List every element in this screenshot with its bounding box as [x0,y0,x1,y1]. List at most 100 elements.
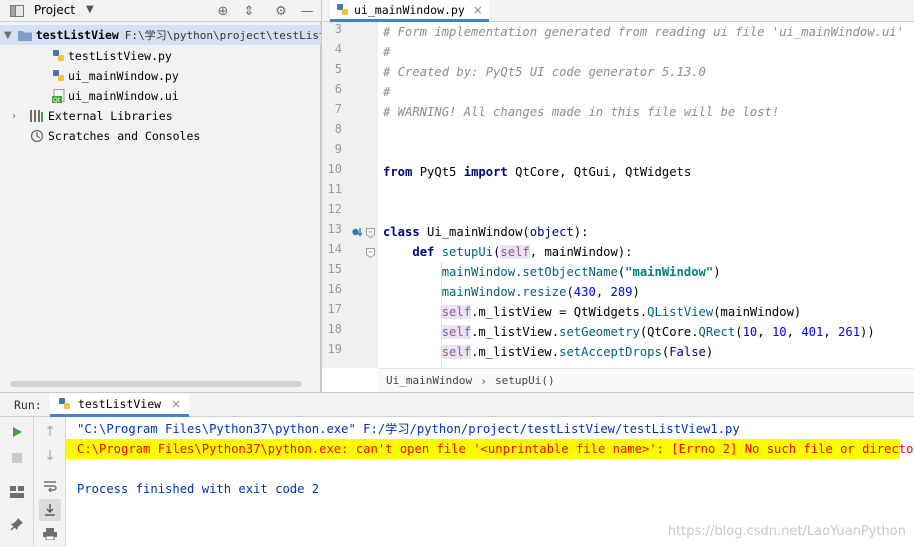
tree-item-ui-mainwindow-py[interactable]: ui_mainWindow.py [52,66,179,86]
function-name: setupUi [434,245,494,259]
code-token: ( [735,325,743,339]
line-number: 11 [327,182,342,196]
tree-item-ui-mainwindow-ui[interactable]: Qt ui_mainWindow.ui [52,86,179,106]
project-view-title[interactable]: Project [34,3,75,17]
code-token: Ui_mainWindow( [419,225,530,239]
number-literal: 430 [573,285,596,299]
chevron-right-icon: › [480,373,488,388]
gear-icon[interactable]: ⚙ [272,2,290,20]
chevron-down-icon[interactable]: ▼ [86,4,94,15]
project-panel: Project ▼ ⊕ ⇕ ⚙ — ▼ testListView F:\学习\p… [0,0,332,392]
code-line: self.m_listView.setGeometry(QtCore.QRect… [383,322,875,342]
code-token: ) [632,285,640,299]
self-token: self [441,305,472,319]
code-token: (QtCore. [639,325,699,339]
run-panel-header: Run: testListView × [0,393,914,417]
qt-ui-file-icon: Qt [52,89,66,104]
layout-icon[interactable] [6,481,28,503]
code-token: , [823,325,839,339]
method-name: setGeometry [559,325,640,339]
code-line: # Form implementation generated from rea… [383,25,904,39]
project-view-icon [10,5,24,17]
code-line: # [383,45,391,59]
chevron-right-icon[interactable]: › [8,111,20,122]
fold-icon[interactable] [366,247,375,259]
run-tab-testlistview[interactable]: testListView × [50,393,190,417]
folder-icon [17,29,32,41]
keyword: False [669,345,706,359]
code-token: mainWindow. [441,285,523,299]
tree-item-label: Scratches and Consoles [48,129,201,143]
line-number: 13 [327,222,342,236]
scroll-to-end-icon[interactable] [39,499,61,521]
project-panel-header: Project ▼ ⊕ ⇕ ⚙ — [0,0,321,22]
fold-markers [364,22,378,368]
locate-icon[interactable]: ⊕ [214,2,232,20]
close-icon[interactable]: × [171,397,181,411]
line-number: 10 [327,162,342,176]
breadcrumb-item-method[interactable]: setupUi() [495,374,555,387]
code-line: self.m_listView = QtWidgets.QListView(ma… [383,302,801,322]
method-name: resize [522,285,567,299]
keyword: from [383,165,413,179]
code-line: self.m_listView.setAcceptDrops(False) [383,342,713,362]
console-line-error: C:\Program Files\Python37\python.exe: ca… [66,439,914,459]
code-token: )) [860,325,875,339]
override-marker-icon[interactable] [351,225,363,239]
rerun-icon[interactable] [6,421,28,443]
fold-icon[interactable] [366,227,375,239]
arrow-down-icon[interactable]: ↓ [39,445,61,467]
run-toolbar-primary [0,417,34,547]
close-icon[interactable]: × [473,3,483,17]
chevron-down-icon[interactable]: ▼ [4,30,12,41]
run-panel: Run: testListView × ↑ ↓ "C:\Program File… [0,392,914,547]
arrow-up-icon[interactable]: ↑ [39,421,61,443]
line-number: 18 [327,322,342,336]
keyword: def [412,245,435,259]
tree-item-testlistview[interactable]: ▼ testListView F:\学习\python\project\test… [0,25,332,45]
builtin: object [529,225,574,239]
code-token: .m_listView. [471,345,560,359]
tree-item-scratches[interactable]: Scratches and Consoles [30,126,200,146]
tree-item-testlistview-py[interactable]: testListView.py [52,46,172,66]
scratches-icon [30,129,44,143]
method-name: setAcceptDrops [559,345,662,359]
number-literal: 401 [801,325,824,339]
tree-item-external-libraries[interactable]: › External Libraries [0,106,173,126]
code-token: , [786,325,802,339]
number-literal: 10 [771,325,787,339]
line-number: 5 [334,62,342,76]
stop-icon[interactable] [6,447,28,469]
tree-item-path: F:\学习\python\project\testListV [124,29,333,42]
line-number: 4 [334,42,342,56]
code-area[interactable]: # Form implementation generated from rea… [383,22,914,368]
number-literal: 10 [742,325,758,339]
self-token: self [500,245,530,259]
print-icon[interactable] [39,523,61,545]
code-token: ( [566,285,574,299]
hide-panel-icon[interactable]: — [298,2,316,20]
tab-ui-mainwindow-py[interactable]: ui_mainWindow.py × [330,0,489,22]
code-line: mainWindow.resize(430, 289) [383,282,640,302]
horizontal-scrollbar[interactable] [10,381,302,387]
code-token: ) [705,345,714,359]
code-token: .m_listView = QtWidgets. [471,305,648,319]
code-token: mainWindow. [441,265,523,279]
breadcrumb-item-class[interactable]: Ui_mainWindow [386,374,472,387]
code-token: .m_listView. [471,325,560,339]
python-file-icon [52,49,66,63]
svg-text:Qt: Qt [53,97,61,103]
pin-icon[interactable] [6,513,28,535]
tree-item-label: testListView [35,28,119,42]
code-line: mainWindow.setObjectName("mainWindow") [383,262,721,282]
line-number: 6 [334,82,342,96]
collapse-all-icon[interactable]: ⇕ [240,2,258,20]
code-token: , [757,325,772,339]
soft-wrap-icon[interactable] [39,475,61,497]
line-number: 15 [327,262,342,276]
breadcrumb: Ui_mainWindow › setupUi() [378,368,914,392]
code-line: # [383,85,391,99]
